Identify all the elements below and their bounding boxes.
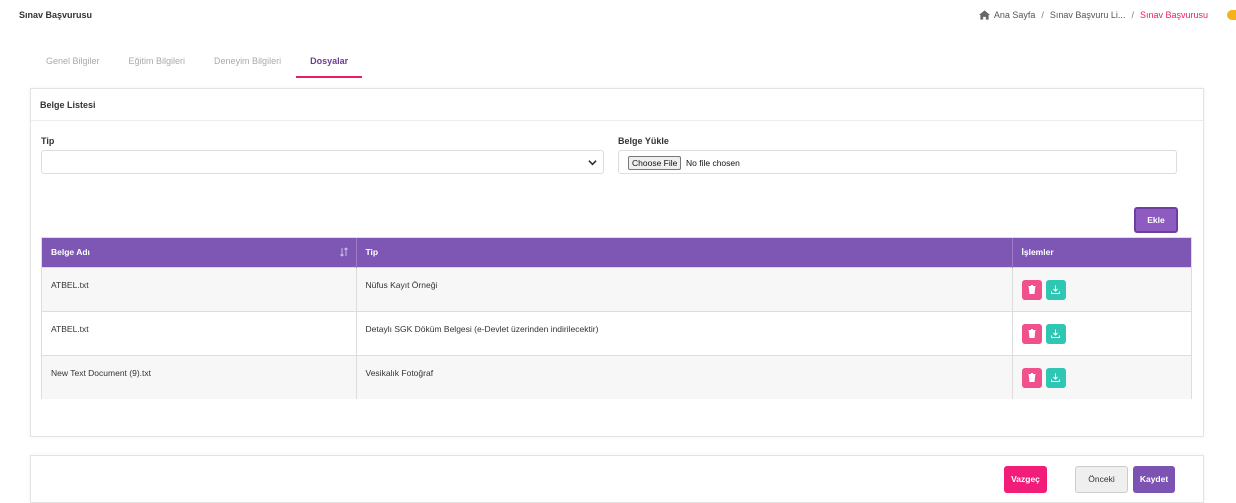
cell-actions — [1012, 355, 1191, 399]
choose-file-button[interactable]: Choose File — [628, 156, 682, 170]
cell-tip: Nüfus Kayıt Örneği — [356, 267, 1013, 311]
cell-belge-adi: New Text Document (9).txt — [42, 355, 357, 399]
breadcrumb-home[interactable]: Ana Sayfa — [994, 10, 1036, 20]
tab-genel-bilgiler[interactable]: Genel Bilgiler — [32, 54, 114, 78]
table-row: ATBEL.txt Detaylı SGK Döküm Belgesi (e-D… — [42, 311, 1191, 355]
tab-dosyalar[interactable]: Dosyalar — [296, 54, 363, 78]
sort-icon[interactable] — [339, 247, 348, 257]
add-button[interactable]: Ekle — [1134, 207, 1178, 233]
table-row: ATBEL.txt Nüfus Kayıt Örneği — [42, 267, 1191, 311]
delete-button[interactable] — [1021, 367, 1042, 388]
top-bar: Sınav Başvurusu Ana Sayfa / Sınav Başvur… — [0, 0, 1236, 32]
cell-tip: Detaylı SGK Döküm Belgesi (e-Devlet üzer… — [356, 311, 1013, 355]
column-header-belge-adi[interactable]: Belge Adı — [42, 238, 357, 267]
column-header-tip: Tip — [356, 238, 1013, 267]
tip-select[interactable] — [41, 150, 604, 174]
breadcrumb-separator: / — [1041, 10, 1044, 20]
download-icon — [1051, 285, 1060, 294]
breadcrumb-current: Sınav Başvurusu — [1139, 10, 1208, 20]
status-dot — [1227, 10, 1236, 20]
column-header-label: Belge Adı — [51, 247, 90, 258]
tab-bar: Genel Bilgiler Eğitim Bilgileri Deneyim … — [32, 54, 363, 78]
tab-egitim-bilgileri[interactable]: Eğitim Bilgileri — [115, 54, 200, 78]
cell-actions — [1012, 311, 1191, 355]
table-header-row: Belge Adı Tip İşlemler — [42, 238, 1191, 267]
cell-belge-adi: ATBEL.txt — [42, 267, 357, 311]
breadcrumb-separator: / — [1131, 10, 1134, 20]
tip-label: Tip — [41, 136, 55, 146]
cancel-button[interactable]: Vazgeç — [1004, 466, 1047, 493]
column-header-islemler: İşlemler — [1021, 247, 1054, 258]
trash-icon — [1028, 329, 1035, 338]
download-icon — [1051, 373, 1060, 382]
delete-button[interactable] — [1021, 279, 1042, 300]
save-button[interactable]: Kaydet — [1133, 466, 1175, 493]
form-actions-bar: Vazgeç Önceki Kaydet — [30, 455, 1204, 503]
cell-actions — [1012, 267, 1191, 311]
upload-label: Belge Yükle — [618, 136, 669, 146]
trash-icon — [1028, 373, 1035, 382]
trash-icon — [1028, 285, 1035, 294]
download-button[interactable] — [1045, 367, 1066, 388]
home-icon — [978, 10, 990, 20]
document-list-card: Belge Listesi Tip Belge Yükle Choose Fil… — [30, 88, 1204, 437]
file-status: No file chosen — [686, 158, 740, 168]
previous-button[interactable]: Önceki — [1075, 466, 1128, 493]
document-table: Belge Adı Tip İşlemler ATBEL.txt Nüfus K… — [41, 237, 1192, 399]
download-icon — [1051, 329, 1060, 338]
cell-tip: Vesikalık Fotoğraf — [356, 355, 1013, 399]
table-row: New Text Document (9).txt Vesikalık Foto… — [42, 355, 1191, 399]
page-title: Sınav Başvurusu — [19, 10, 93, 20]
cell-belge-adi: ATBEL.txt — [42, 311, 357, 355]
breadcrumb: Ana Sayfa / Sınav Başvuru Li... / Sınav … — [978, 10, 1208, 20]
download-button[interactable] — [1045, 323, 1066, 344]
chevron-down-icon — [588, 160, 597, 166]
file-input[interactable]: Choose File No file chosen — [618, 150, 1177, 174]
download-button[interactable] — [1045, 279, 1066, 300]
breadcrumb-list[interactable]: Sınav Başvuru Li... — [1050, 10, 1126, 20]
tab-deneyim-bilgileri[interactable]: Deneyim Bilgileri — [200, 54, 295, 78]
delete-button[interactable] — [1021, 323, 1042, 344]
card-title: Belge Listesi — [31, 89, 1203, 121]
